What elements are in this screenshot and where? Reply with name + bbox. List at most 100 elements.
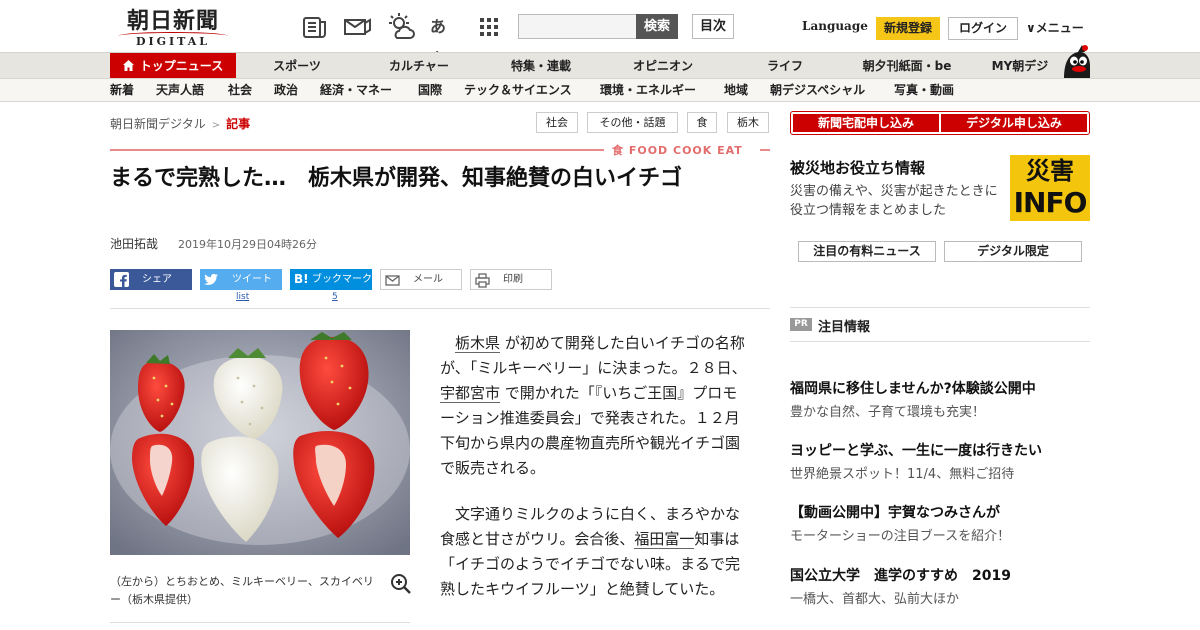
mail-share-button[interactable]: メール xyxy=(380,269,462,290)
disaster-info-title[interactable]: 被災地お役立ち情報 xyxy=(790,157,925,178)
tag-misc-topics[interactable]: その他・話題 xyxy=(587,112,678,133)
article-photo[interactable] xyxy=(110,330,410,555)
index-button[interactable]: 目次 xyxy=(692,14,734,39)
search-input[interactable] xyxy=(518,14,638,39)
menu-button[interactable]: ∨メニュー xyxy=(1026,19,1084,36)
nav-tech-science[interactable]: テック＆サイエンス xyxy=(464,79,572,102)
nav-top-news[interactable]: トップニュース xyxy=(110,53,236,79)
digital-signup-button[interactable]: デジタル申し込み xyxy=(941,114,1087,132)
nav-opinion[interactable]: オピニオン xyxy=(618,53,708,79)
zoom-icon[interactable] xyxy=(390,573,412,595)
pr-badge: PR xyxy=(790,318,812,331)
nav-society[interactable]: 社会 xyxy=(228,79,252,102)
printer-icon xyxy=(475,273,490,288)
mascot-icon[interactable] xyxy=(1058,44,1094,80)
paid-news-button[interactable]: 注目の有料ニュース xyxy=(798,241,936,262)
pr-item-subtitle: 世界絶景スポット！11/4、無料ご招待 xyxy=(790,467,1015,482)
disaster-info-description: 災害の備えや、災害が起きたときに役立つ情報をまとめました xyxy=(790,184,998,218)
link-utsunomiya[interactable]: 宇都宮市 xyxy=(440,384,501,403)
tag-food[interactable]: 食 xyxy=(687,112,717,133)
disaster-banner-top: 災害 xyxy=(1026,157,1074,185)
nav-region[interactable]: 地域 xyxy=(724,79,748,102)
font-size-icon[interactable]: あぁ xyxy=(430,12,460,66)
breadcrumb-separator: > xyxy=(211,120,221,131)
grid-icon[interactable] xyxy=(474,12,504,42)
login-button[interactable]: ログイン xyxy=(948,17,1018,40)
envelope-icon xyxy=(385,275,400,286)
language-link[interactable]: Language xyxy=(802,19,868,33)
nav-photo-video[interactable]: 写真・動画 xyxy=(894,79,954,102)
mail-icon[interactable] xyxy=(342,12,372,42)
article-divider xyxy=(110,308,770,309)
pr-item-title[interactable]: 福岡県に移住しませんか?体験談公開中 xyxy=(790,378,1036,398)
caption-divider xyxy=(110,622,410,623)
tweet-label: ツイート xyxy=(232,274,272,285)
site-header: 朝日新聞 DIGITAL あぁ 検索 目次 Language 新規登録 ログイン… xyxy=(0,0,1200,66)
section-label-food[interactable]: 食 FOOD COOK EAT xyxy=(612,142,743,158)
newspaper-delivery-button[interactable]: 新聞宅配申し込み xyxy=(793,114,939,132)
nav-features[interactable]: 特集・連載 xyxy=(496,53,586,79)
photo-caption: （左から）とちおとめ、ミルキーベリー、スカイベリー（栃木県提供） xyxy=(110,575,374,606)
print-button[interactable]: 印刷 xyxy=(470,269,552,290)
disaster-banner-bottom: INFO xyxy=(1013,186,1088,219)
weather-icon[interactable] xyxy=(386,12,416,42)
nav-international[interactable]: 国際 xyxy=(418,79,442,102)
twitter-icon xyxy=(204,273,218,286)
tweet-count-link[interactable]: list xyxy=(236,292,249,302)
logo-sub-text: DIGITAL xyxy=(135,35,211,48)
section-rule-left xyxy=(110,149,604,151)
pr-item-subtitle: 一橋大、首都大、弘前大ほか xyxy=(790,592,960,607)
pr-item-title[interactable]: ヨッピーと学ぶ、一生に一度は行きたい xyxy=(790,440,1042,460)
register-button[interactable]: 新規登録 xyxy=(876,17,940,40)
pr-item-title[interactable]: 国公立大学 進学のすすめ 2019 xyxy=(790,565,1011,585)
link-fukuda-tomikazu[interactable]: 福田富一 xyxy=(634,530,695,549)
breadcrumb-current: 記事 xyxy=(226,117,251,131)
article-author: 池田拓哉 xyxy=(110,237,159,251)
hatena-icon: B! xyxy=(294,272,309,286)
nav-culture[interactable]: カルチャー xyxy=(374,53,464,79)
hatena-bookmark-label: ブックマーク xyxy=(312,274,372,285)
sidebar-divider-pr xyxy=(790,341,1090,342)
disaster-info-banner[interactable]: 災害 INFO xyxy=(1010,155,1090,221)
asahi-digital-logo[interactable]: 朝日新聞 DIGITAL xyxy=(116,8,230,48)
article-title: まるで完熟した… 栃木県が開発、知事絶賛の白いイチゴ xyxy=(110,166,683,191)
bookmark-count-link[interactable]: 5 xyxy=(332,292,338,302)
nav-top-news-label: トップニュース xyxy=(139,59,224,73)
home-icon xyxy=(122,60,134,71)
nav-special[interactable]: 朝デジスペシャル xyxy=(770,79,865,102)
digital-only-button[interactable]: デジタル限定 xyxy=(944,241,1082,262)
tag-tochigi[interactable]: 栃木 xyxy=(727,112,769,133)
nav-sports[interactable]: スポーツ xyxy=(252,53,342,79)
facebook-icon xyxy=(114,272,129,287)
tweet-button[interactable]: ツイート xyxy=(200,269,282,290)
article-date: 2019年10月29日04時26分 xyxy=(178,238,317,251)
section-rule-right xyxy=(760,149,770,151)
sidebar-divider-top xyxy=(790,307,1090,308)
pr-item-subtitle: 豊かな自然、子育て環境も充実！ xyxy=(790,405,986,420)
subscription-cta: 新聞宅配申し込み デジタル申し込み xyxy=(790,111,1090,135)
newspaper-icon[interactable] xyxy=(300,12,330,42)
pr-heading: 注目情報 xyxy=(818,320,871,335)
search-button[interactable]: 検索 xyxy=(636,14,678,39)
nav-politics[interactable]: 政治 xyxy=(274,79,298,102)
tag-society[interactable]: 社会 xyxy=(536,112,578,133)
logo-main-text: 朝日新聞 xyxy=(126,8,219,34)
hatena-bookmark-button[interactable]: B! ブックマーク xyxy=(290,269,372,290)
pr-item-title[interactable]: 【動画公開中】宇賀なつみさんが xyxy=(790,502,1000,522)
breadcrumb-root[interactable]: 朝日新聞デジタル xyxy=(110,117,206,131)
nav-economy[interactable]: 経済・マネー xyxy=(320,79,392,102)
breadcrumb: 朝日新聞デジタル > 記事 xyxy=(110,115,250,132)
nav-newspaper[interactable]: 朝夕刊紙面・be xyxy=(852,53,962,79)
nav-new[interactable]: 新着 xyxy=(110,79,134,102)
nav-my-asadigi[interactable]: MY朝デジ xyxy=(980,53,1060,79)
nav-environment[interactable]: 環境・エネルギー xyxy=(600,79,696,102)
nav-tenseijingo[interactable]: 天声人語 xyxy=(156,79,204,102)
article-paragraph-1: 栃木県 が初めて開発した白いイチゴの名称が、「ミルキーベリー」に決まった。２８日… xyxy=(440,331,748,481)
nav-life[interactable]: ライフ xyxy=(740,53,830,79)
mail-share-label: メール xyxy=(413,274,443,285)
primary-nav: トップニュース スポーツ カルチャー 特集・連載 オピニオン ライフ 朝夕刊紙面… xyxy=(0,52,1200,79)
link-tochigi-prefecture[interactable]: 栃木県 xyxy=(455,334,501,353)
facebook-share-button[interactable]: シェア xyxy=(110,269,192,290)
facebook-share-label: シェア xyxy=(142,274,172,285)
secondary-nav: 新着 天声人語 社会 政治 経済・マネー 国際 テック＆サイエンス 環境・エネル… xyxy=(0,78,1200,102)
